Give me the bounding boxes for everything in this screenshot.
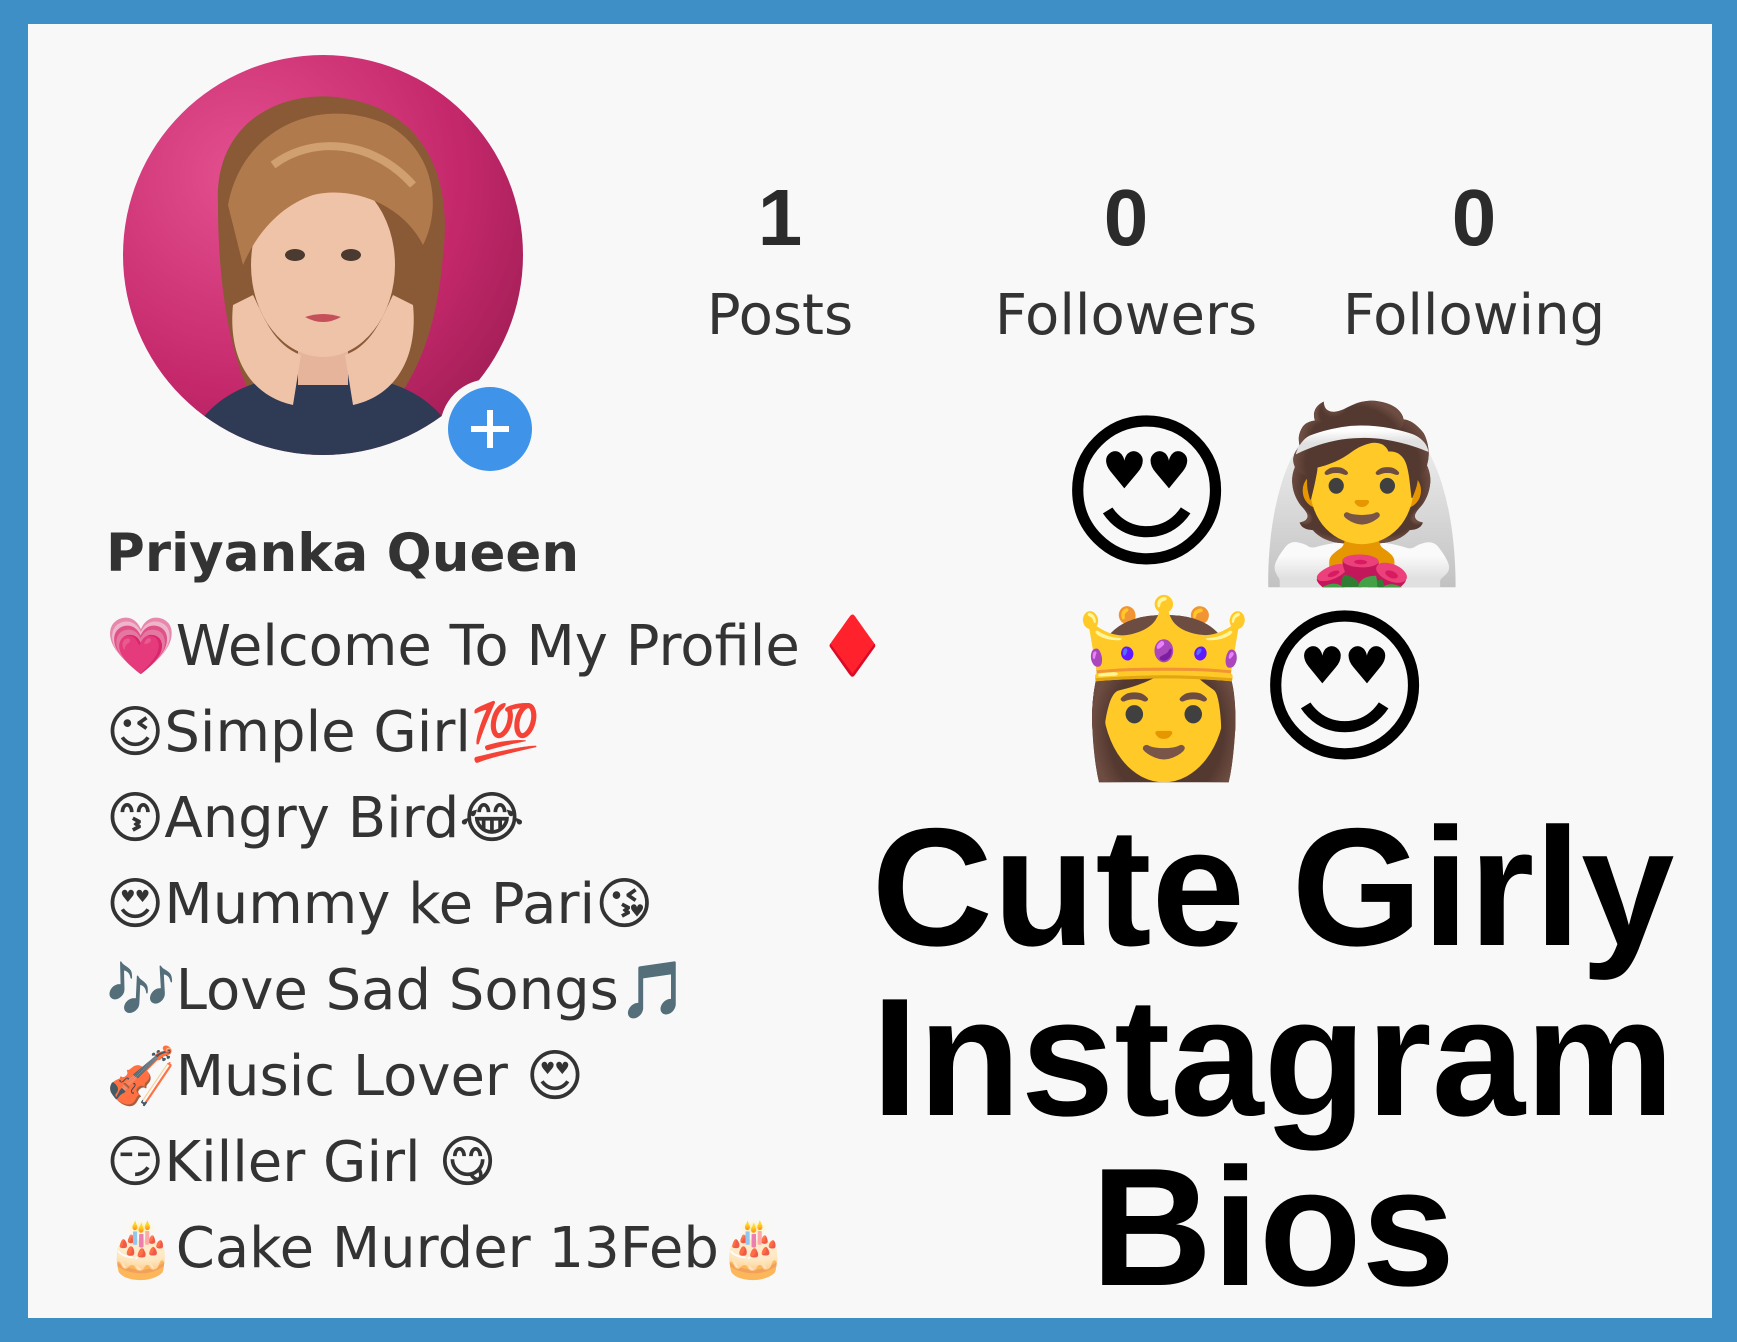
stat-posts[interactable]: 1 Posts	[620, 174, 940, 356]
bio-list: 💗Welcome To My Profile ♦️ 😉Simple Girl💯 …	[106, 604, 887, 1292]
following-label: Following	[1342, 283, 1606, 348]
title-line: Instagram	[871, 963, 1675, 1151]
princess-emoji: 👸	[1058, 590, 1270, 788]
posts-count: 1	[757, 173, 803, 262]
bride-emoji: 👰	[1256, 395, 1468, 593]
bio-line: 🎻Music Lover 😍	[106, 1044, 585, 1109]
bio-line: 😏Killer Girl 😋	[106, 1130, 497, 1195]
title-line: Bios	[1090, 1133, 1456, 1318]
bio-line: 🎶Love Sad Songs🎵	[106, 958, 689, 1023]
add-story-button[interactable]	[440, 379, 540, 479]
followers-count: 0	[1103, 173, 1149, 262]
bio-line: 💗Welcome To My Profile ♦️	[106, 614, 888, 679]
followers-label: Followers	[994, 283, 1258, 348]
title-line: Cute Girly	[871, 793, 1675, 981]
heart-eyes-emoji: 😍	[1058, 395, 1236, 593]
bio-line: 🎂Cake Murder 13Feb🎂	[106, 1216, 789, 1281]
plus-icon	[471, 410, 509, 448]
bio-line: 😉Simple Girl💯	[106, 700, 541, 765]
stat-following[interactable]: 0 Following	[1314, 174, 1634, 356]
page-title: Cute Girly Instagram Bios	[838, 802, 1708, 1312]
bio-line: 😍Mummy ke Pari😘	[106, 872, 654, 937]
content-frame: 1 Posts 0 Followers 0 Following 😍 👰 👸 😍 …	[28, 24, 1712, 1318]
stat-followers[interactable]: 0 Followers	[966, 174, 1286, 356]
heart-eyes-emoji: 😍	[1256, 590, 1434, 788]
bio-line: 😙Angry Bird😂	[106, 786, 525, 851]
posts-label: Posts	[706, 283, 854, 348]
profile-name: Priyanka Queen	[106, 523, 580, 584]
following-count: 0	[1451, 173, 1497, 262]
